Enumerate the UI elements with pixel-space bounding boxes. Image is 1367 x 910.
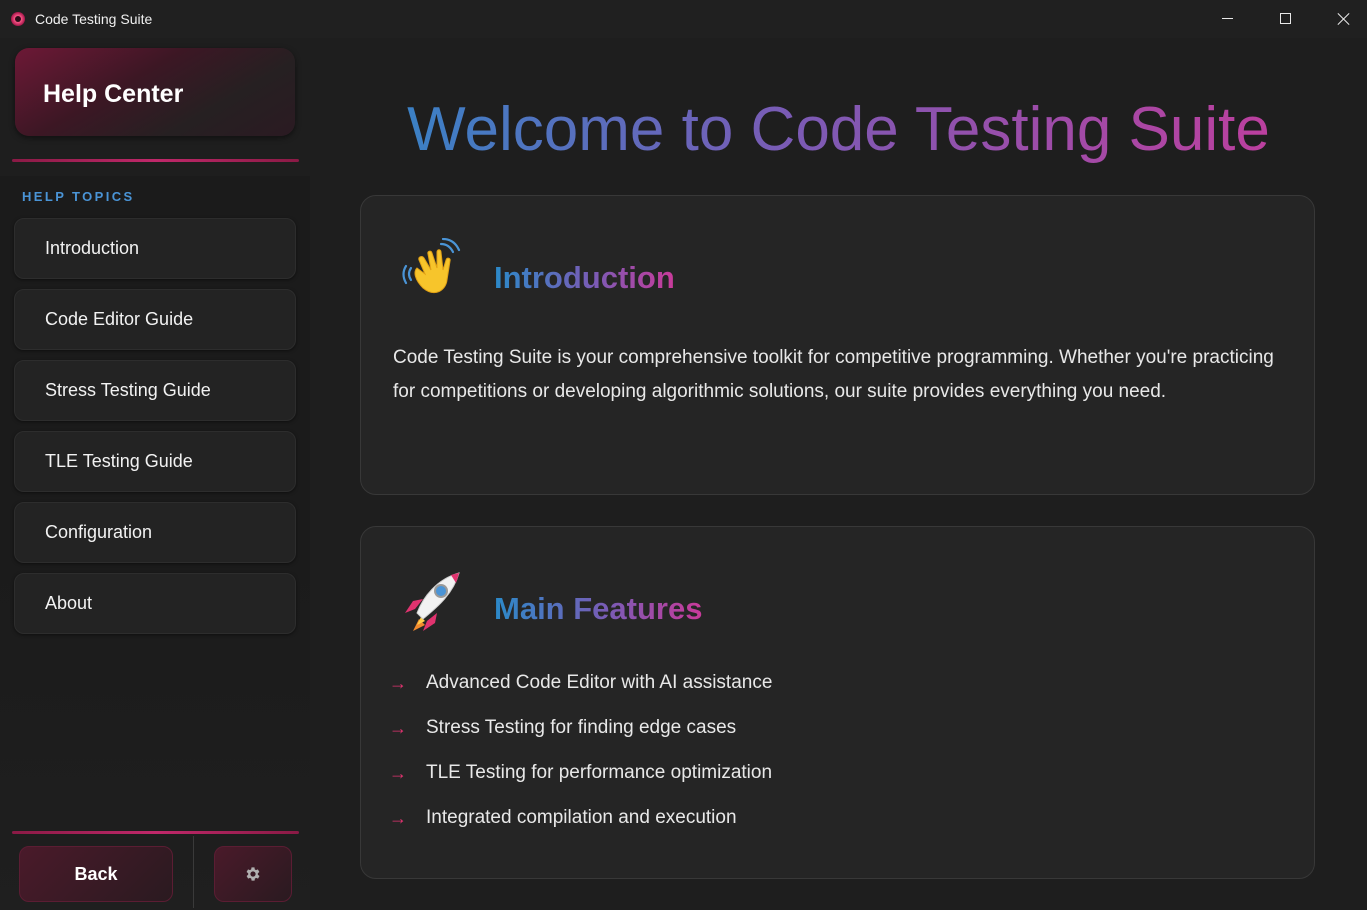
maximize-button[interactable] bbox=[1256, 0, 1314, 36]
feature-text: TLE Testing for performance optimization bbox=[426, 762, 773, 783]
arrow-right-icon: → bbox=[389, 807, 407, 828]
feature-text: Stress Testing for finding edge cases bbox=[426, 717, 737, 738]
arrow-right-icon: → bbox=[389, 672, 407, 693]
introduction-card: Introduction Code Testing Suite is your … bbox=[360, 195, 1315, 495]
feature-item: → TLE Testing for performance optimizati… bbox=[389, 762, 772, 784]
rocket-icon bbox=[405, 572, 460, 631]
window-title: Code Testing Suite bbox=[35, 11, 153, 27]
sidebar-item-stress-testing-guide[interactable]: Stress Testing Guide bbox=[14, 360, 296, 421]
introduction-text: Code Testing Suite is your comprehensive… bbox=[393, 347, 1274, 402]
main-features-card: Main Features → Advanced Code Editor wit… bbox=[360, 526, 1315, 879]
close-icon bbox=[1337, 12, 1350, 25]
page-title: Welcome to Code Testing Suite bbox=[310, 94, 1367, 166]
arrow-right-icon: → bbox=[389, 717, 407, 738]
close-button[interactable] bbox=[1314, 0, 1367, 36]
settings-button[interactable] bbox=[214, 846, 292, 902]
feature-item: → Integrated compilation and execution bbox=[389, 807, 737, 829]
minimize-icon bbox=[1221, 17, 1233, 19]
help-topics-label: HELP TOPICS bbox=[22, 189, 135, 204]
sidebar-item-introduction[interactable]: Introduction bbox=[14, 218, 296, 279]
main-content: Welcome to Code Testing Suite Introducti… bbox=[310, 38, 1367, 910]
sidebar: Help Center HELP TOPICS Introduction Cod… bbox=[0, 38, 310, 910]
footer-accent-divider bbox=[12, 831, 299, 834]
waving-hand-icon bbox=[402, 238, 461, 293]
feature-text: Integrated compilation and execution bbox=[426, 807, 737, 828]
minimize-button[interactable] bbox=[1198, 0, 1256, 36]
sidebar-header: Help Center bbox=[0, 38, 310, 176]
sidebar-item-tle-testing-guide[interactable]: TLE Testing Guide bbox=[14, 431, 296, 492]
title-bar: Code Testing Suite bbox=[0, 0, 1367, 38]
help-center-card: Help Center bbox=[15, 48, 295, 136]
app-logo-icon bbox=[11, 12, 25, 26]
feature-text: Advanced Code Editor with AI assistance bbox=[426, 672, 773, 693]
back-button[interactable]: Back bbox=[19, 846, 173, 902]
sidebar-item-about[interactable]: About bbox=[14, 573, 296, 634]
introduction-heading: Introduction bbox=[494, 260, 675, 295]
main-features-heading: Main Features bbox=[494, 591, 703, 626]
sidebar-item-configuration[interactable]: Configuration bbox=[14, 502, 296, 563]
feature-item: → Advanced Code Editor with AI assistanc… bbox=[389, 672, 772, 694]
arrow-right-icon: → bbox=[389, 762, 407, 783]
header-accent-divider bbox=[12, 159, 299, 162]
maximize-icon bbox=[1279, 12, 1291, 24]
gear-icon bbox=[246, 867, 260, 881]
help-center-title: Help Center bbox=[43, 80, 184, 108]
footer-divider bbox=[193, 836, 194, 908]
feature-item: → Stress Testing for finding edge cases bbox=[389, 717, 736, 739]
sidebar-item-code-editor-guide[interactable]: Code Editor Guide bbox=[14, 289, 296, 350]
